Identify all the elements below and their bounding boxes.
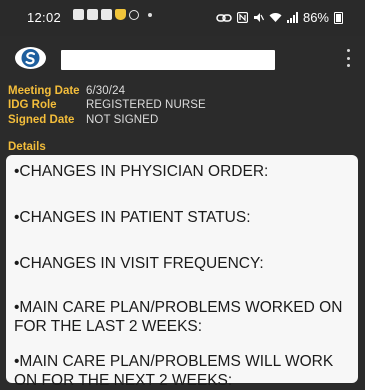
dot-icon [148, 12, 152, 17]
app-title-box [61, 50, 275, 70]
status-time: 12:02 [27, 10, 62, 25]
kebab-icon[interactable] [345, 49, 351, 67]
details-label: Details [8, 141, 46, 153]
battery-percent: 86% [302, 10, 329, 25]
mute-icon [253, 13, 264, 22]
photo-icon [73, 9, 84, 20]
photo-icon [101, 9, 112, 20]
system-icons: 86% [216, 10, 343, 25]
details-line: •CHANGES IN PATIENT STATUS: [14, 209, 251, 226]
meeting-date-row: Meeting Date 6/30/24 [8, 84, 125, 98]
idg-role-row: IDG Role REGISTERED NURSE [8, 98, 206, 112]
photo-icon [87, 9, 98, 20]
meeting-date-value: 6/30/24 [86, 85, 126, 97]
details-line: •CHANGES IN PHYSICIAN ORDER: [14, 163, 269, 180]
shield-icon [115, 9, 126, 20]
battery-icon [334, 11, 343, 24]
status-bar: 12:02 86% [0, 0, 365, 36]
app-bar [0, 36, 365, 81]
details-line: •MAIN CARE PLAN/PROBLEMS WILL WORK ON FO… [14, 353, 334, 389]
signal-icon [286, 12, 298, 23]
nfc-icon [236, 12, 248, 23]
link-icon [216, 13, 232, 22]
wifi-icon [269, 13, 282, 22]
meeting-date-label: Meeting Date [8, 85, 80, 97]
details-line: •MAIN CARE PLAN/PROBLEMS WORKED ON FOR T… [14, 299, 343, 335]
app-logo-icon[interactable] [14, 45, 47, 71]
idg-role-label: IDG Role [8, 99, 57, 111]
smiley-icon [129, 9, 139, 20]
notification-icons [73, 9, 152, 20]
details-card[interactable]: •CHANGES IN PHYSICIAN ORDER: •CHANGES IN… [6, 155, 358, 389]
meeting-meta: Meeting Date 6/30/24 IDG Role REGISTERED… [0, 81, 365, 154]
idg-role-value: REGISTERED NURSE [86, 99, 206, 111]
signed-date-row: Signed Date NOT SIGNED [8, 113, 158, 127]
signed-date-label: Signed Date [8, 114, 75, 126]
details-line: •CHANGES IN VISIT FREQUENCY: [14, 255, 264, 272]
signed-date-value: NOT SIGNED [86, 114, 159, 126]
